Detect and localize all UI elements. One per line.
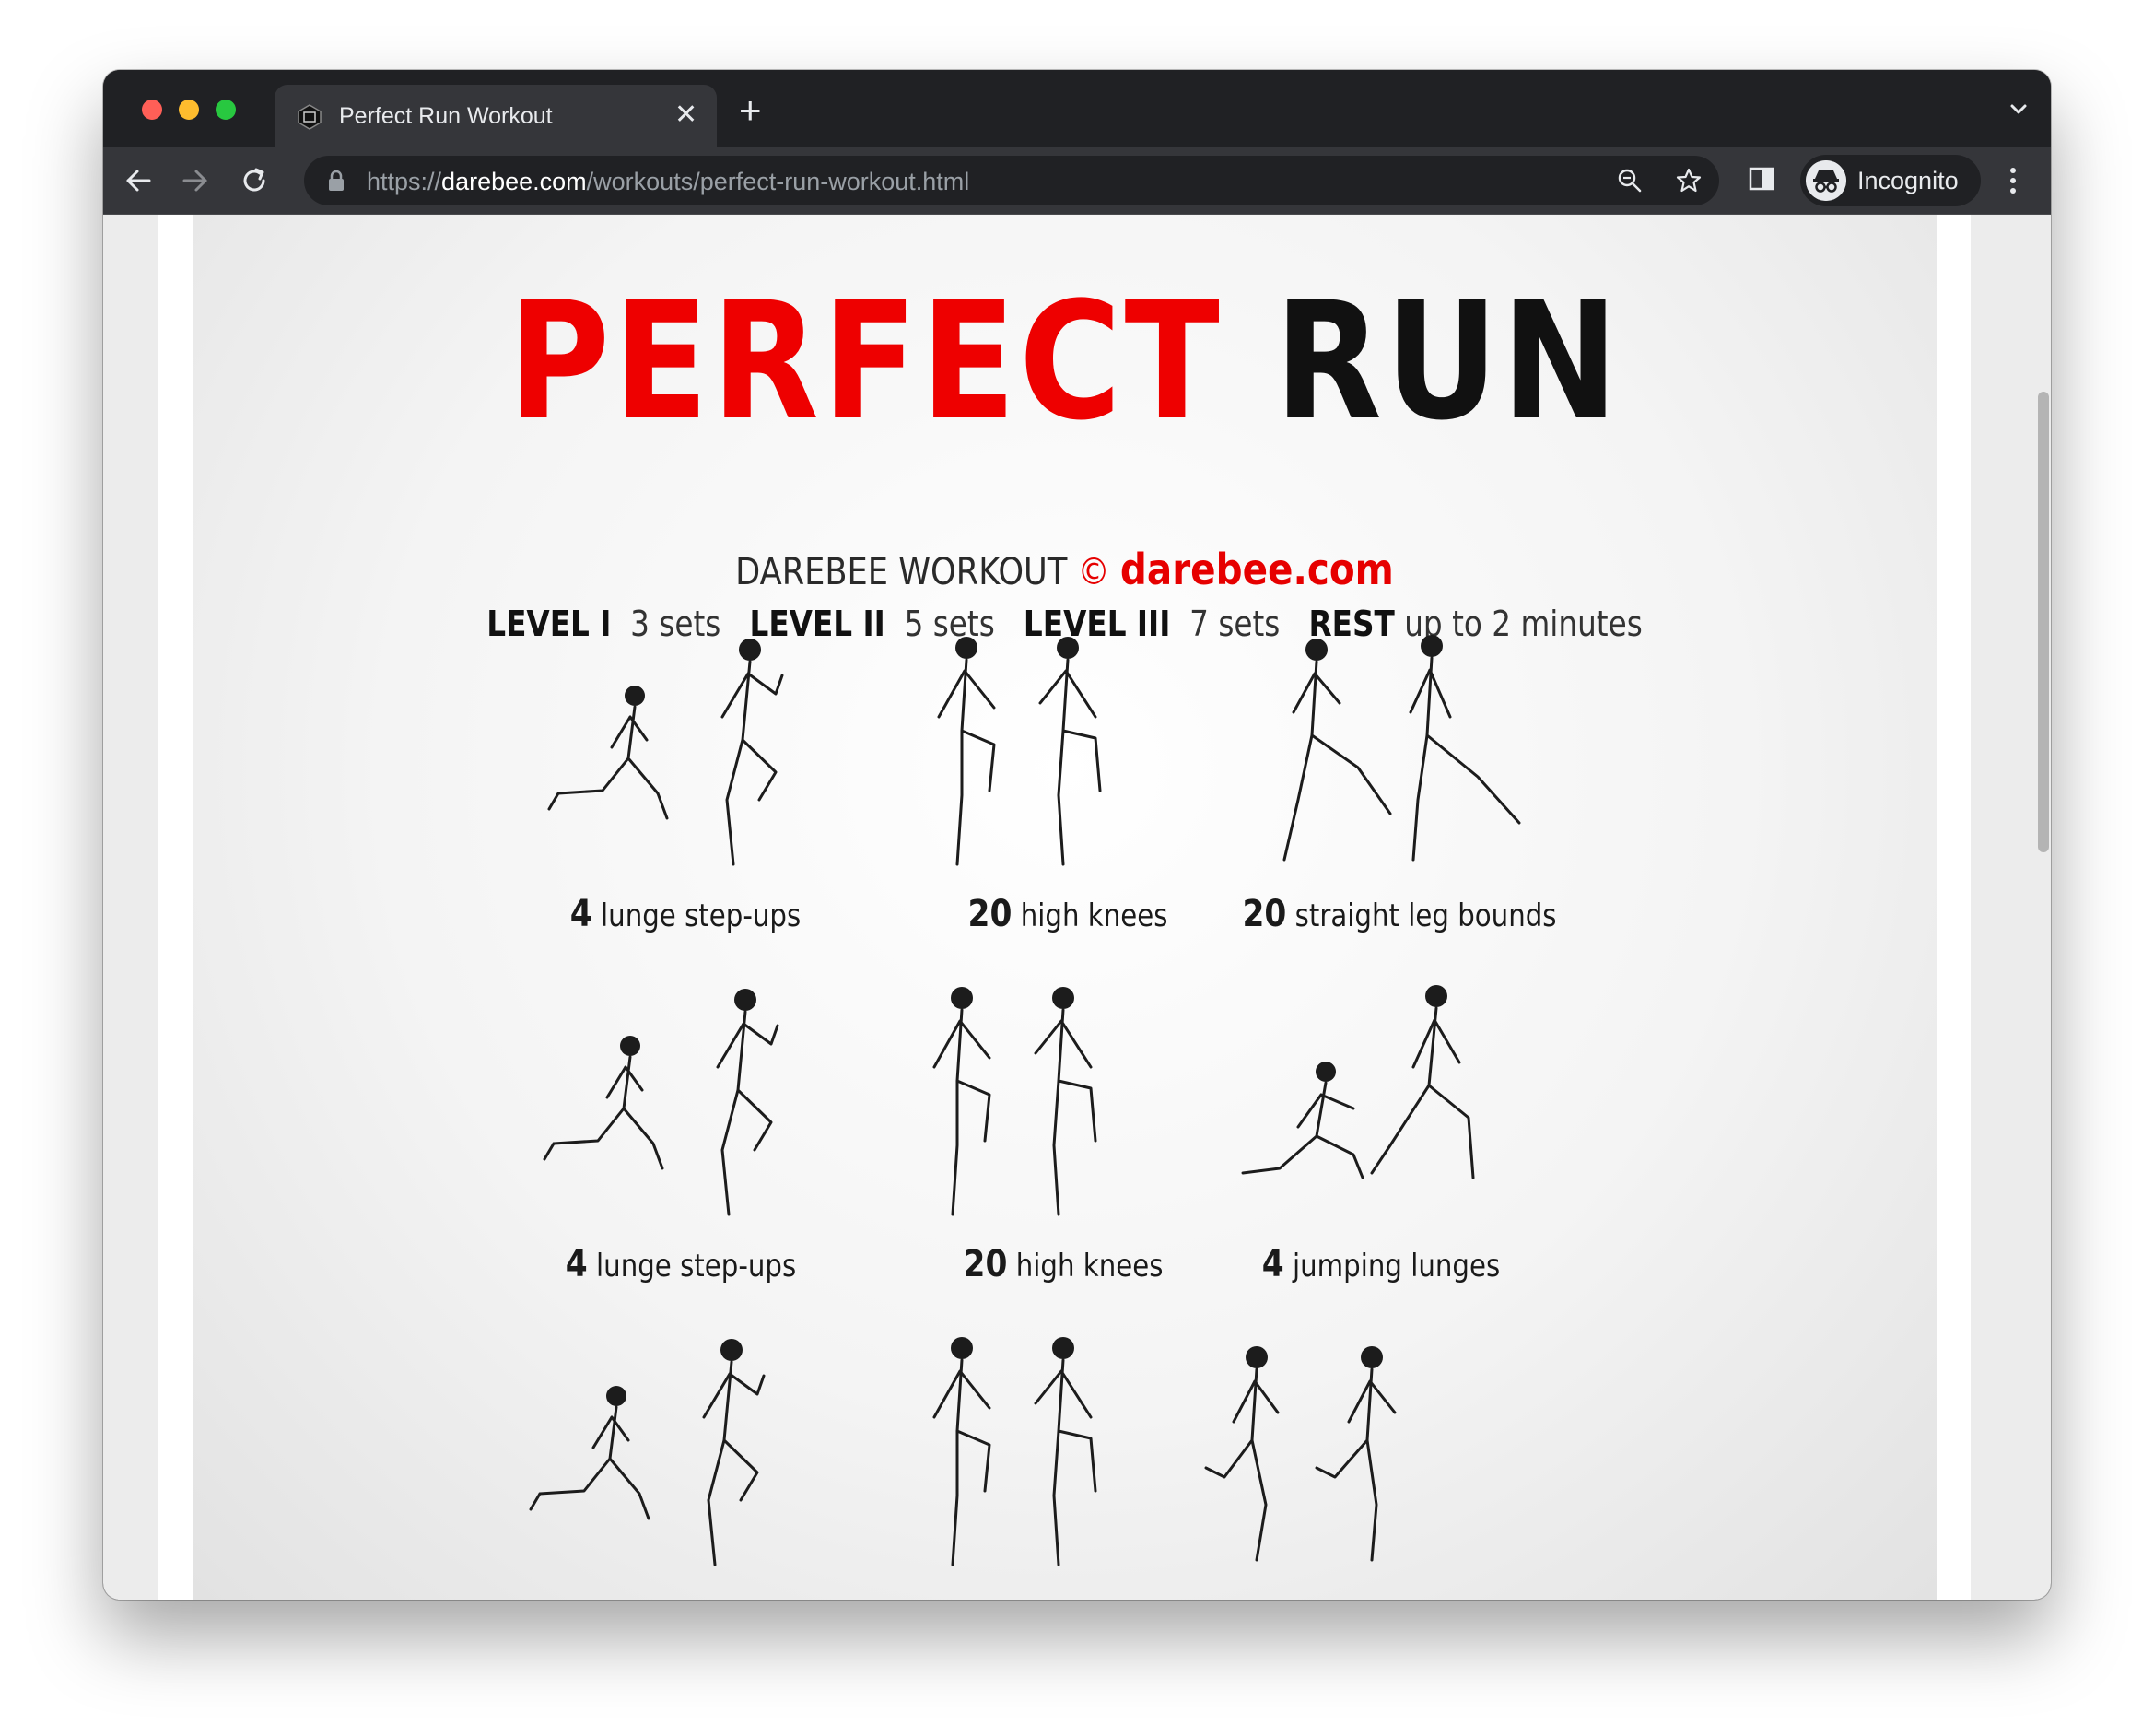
exercise-label: 4 jumping lunges [1199, 1243, 1563, 1285]
exercise-illustration [547, 639, 784, 866]
exercise-card: 20 high knees [911, 629, 1224, 935]
exercise-illustration [1204, 1346, 1397, 1562]
exercise-label: 20 straight leg bounds [1217, 893, 1582, 935]
exercise-illustration [543, 989, 779, 1216]
exercise-name: high knees [1020, 897, 1168, 934]
scrollbar-thumb[interactable] [2038, 392, 2049, 852]
browser-window: Perfect Run Workout ✕ + https://darebee.… [103, 70, 2051, 1600]
exercise-label: 20 high knees [885, 893, 1250, 935]
exercise-card: 4 lunge step-ups [524, 979, 837, 1285]
poster-brand-line: DAREBEE WORKOUT © darebee.com [735, 545, 1394, 594]
page-viewport[interactable]: PERFECT RUN DAREBEE WORKOUT © darebee.co… [103, 215, 2051, 1600]
minimize-window-button[interactable] [179, 100, 199, 120]
star-icon[interactable] [1675, 167, 1703, 194]
exercise-card: 4 jumping lunges [1224, 979, 1538, 1285]
tab-title: Perfect Run Workout [339, 103, 553, 129]
plus-icon[interactable]: + [739, 91, 762, 130]
tab-active[interactable]: Perfect Run Workout ✕ [275, 85, 717, 147]
workout-poster: PERFECT RUN DAREBEE WORKOUT © darebee.co… [193, 215, 1937, 1600]
side-panel-icon[interactable] [1747, 164, 1776, 194]
close-window-button[interactable] [142, 100, 162, 120]
exercise-count: 4 [565, 1243, 588, 1285]
incognito-icon [1806, 160, 1846, 201]
chevron-down-icon[interactable] [2005, 96, 2032, 123]
exercise-illustration [1241, 985, 1475, 1179]
exercise-card: 20 high knees [907, 979, 1220, 1285]
exercise-count: 20 [963, 1243, 1008, 1285]
poster-site-link[interactable]: darebee.com [1120, 545, 1394, 594]
exercise-card: 4 lunge step-ups [529, 629, 842, 935]
exercise-name: lunge step-ups [601, 897, 802, 934]
exercise-name: straight leg bounds [1294, 897, 1557, 934]
exercise-illustration [932, 1337, 1097, 1566]
reload-icon[interactable] [238, 164, 271, 197]
url-text[interactable]: https://darebee.com/workouts/perfect-run… [367, 168, 969, 196]
exercise-card: 20 straight leg bounds [1242, 629, 1557, 935]
lock-icon[interactable] [326, 169, 346, 193]
toolbar: https://darebee.com/workouts/perfect-run… [103, 147, 2051, 215]
forward-arrow-icon[interactable] [179, 164, 212, 197]
poster-title: PERFECT RUN [508, 267, 1621, 456]
exercise-name: jumping lunges [1293, 1248, 1501, 1284]
exercise-name: lunge step-ups [596, 1248, 797, 1284]
exercise-card [510, 1330, 824, 1600]
exercise-count: 20 [967, 893, 1013, 935]
address-bar[interactable]: https://darebee.com/workouts/perfect-run… [304, 156, 1719, 205]
exercise-count: 4 [569, 893, 592, 935]
more-vert-icon[interactable] [2007, 164, 2019, 197]
exercise-illustration [937, 637, 1102, 866]
maximize-window-button[interactable] [216, 100, 236, 120]
exercise-count: 4 [1261, 1243, 1284, 1285]
exercise-card [1178, 1330, 1492, 1600]
zoom-icon[interactable] [1616, 167, 1644, 194]
exercise-illustration [529, 1339, 766, 1566]
profile-button[interactable]: Incognito [1800, 155, 1981, 206]
profile-label: Incognito [1857, 167, 1959, 194]
exercise-illustration [1282, 635, 1521, 862]
exercise-label: 4 lunge step-ups [503, 893, 868, 935]
exercise-card [907, 1330, 1220, 1600]
exercise-label: 4 lunge step-ups [498, 1243, 863, 1285]
exercise-label: 20 high knees [881, 1243, 1246, 1285]
exercise-name: high knees [1015, 1248, 1164, 1284]
poster-site-favicon [298, 104, 322, 130]
tab-strip: Perfect Run Workout ✕ + [103, 70, 2051, 147]
exercise-illustration [932, 987, 1097, 1216]
back-arrow-icon[interactable] [122, 164, 155, 197]
close-icon[interactable]: ✕ [674, 101, 697, 129]
exercise-count: 20 [1242, 893, 1287, 935]
